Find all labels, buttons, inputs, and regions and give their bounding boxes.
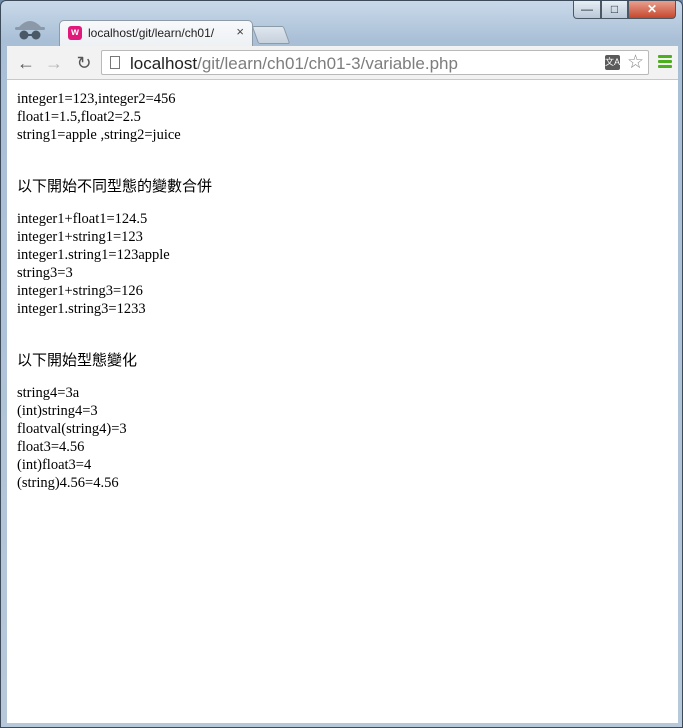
wamp-favicon-icon: w <box>68 26 82 40</box>
browser-toolbar: ← → ↻ localhost/git/learn/ch01/ch01-3/va… <box>7 46 678 80</box>
incognito-icon <box>13 15 47 43</box>
url-text[interactable]: localhost/git/learn/ch01/ch01-3/variable… <box>130 54 458 74</box>
output-line: string1=apple ,string2=juice <box>17 127 181 143</box>
output-line: integer1+string1=123 <box>17 229 143 245</box>
url-host: localhost <box>130 54 198 73</box>
output-line: integer1.string3=1233 <box>17 301 146 317</box>
url-path: /git/learn/ch01/ch01-3/variable.php <box>197 54 458 73</box>
output-line: string4=3a <box>17 385 80 401</box>
forward-arrow-icon[interactable]: → <box>43 52 65 74</box>
output-line: (string)4.56=4.56 <box>17 475 119 491</box>
back-arrow-icon[interactable]: ← <box>15 52 37 74</box>
output-line: integer1+string3=126 <box>17 283 143 299</box>
output-line: floatval(string4)=3 <box>17 421 127 437</box>
bookmark-star-icon[interactable]: ☆ <box>627 51 644 74</box>
browser-window: w localhost/git/learn/ch01/ × — □ ✕ ← → … <box>0 0 683 728</box>
minimize-button[interactable]: — <box>573 1 601 19</box>
output-line: integer1+float1=124.5 <box>17 211 148 227</box>
tab-active[interactable]: w localhost/git/learn/ch01/ × <box>59 20 253 46</box>
section-heading: 以下開始不同型態的變數合併 <box>17 179 213 195</box>
tab-close-icon[interactable]: × <box>236 24 244 39</box>
output-line: (int)string4=3 <box>17 403 98 419</box>
address-bar[interactable]: localhost/git/learn/ch01/ch01-3/variable… <box>101 50 649 75</box>
output-line: integer1=123,integer2=456 <box>17 91 176 107</box>
output-line: float3=4.56 <box>17 439 85 455</box>
new-tab-button[interactable] <box>251 26 291 44</box>
menu-icon[interactable] <box>658 55 672 69</box>
close-window-button[interactable]: ✕ <box>628 1 676 19</box>
page-icon <box>110 56 120 69</box>
output-line: string3=3 <box>17 265 73 281</box>
window-controls: — □ ✕ <box>573 1 676 21</box>
output-line: float1=1.5,float2=2.5 <box>17 109 141 125</box>
section-heading: 以下開始型態變化 <box>17 353 138 369</box>
translate-icon[interactable]: 文A <box>605 55 620 70</box>
output-line: integer1.string1=123apple <box>17 247 170 263</box>
output-line: (int)float3=4 <box>17 457 92 473</box>
reload-icon[interactable]: ↻ <box>73 52 95 74</box>
page-content: integer1=123,integer2=456 float1=1.5,flo… <box>7 80 678 723</box>
tab-title: localhost/git/learn/ch01/ <box>88 26 215 40</box>
maximize-button[interactable]: □ <box>601 1 628 19</box>
tab-strip: w localhost/git/learn/ch01/ × — □ ✕ <box>1 1 682 47</box>
